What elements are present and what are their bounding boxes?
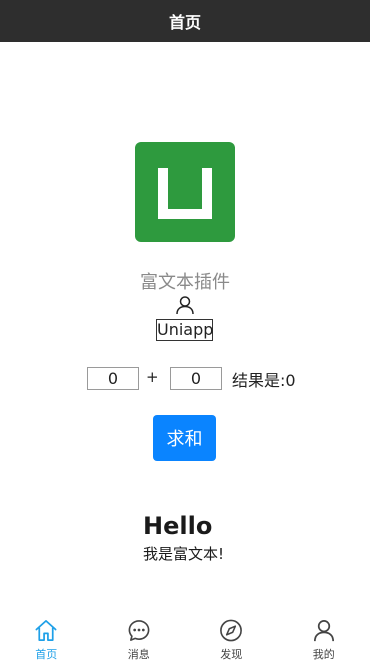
second-number-input[interactable]	[170, 367, 222, 390]
tab-bar: 首页 消息 发现 我的	[0, 612, 370, 662]
tab-mine[interactable]: 我的	[278, 612, 370, 662]
user-icon	[176, 296, 194, 315]
tab-messages-label: 消息	[127, 648, 150, 661]
rich-text-title: Hello	[143, 512, 213, 540]
tab-discover[interactable]: 发现	[185, 612, 278, 662]
app-screen: 首页 富文本插件 Uniapp + 结果是:0 求和 Hello 我是富文本! …	[0, 0, 370, 662]
sum-result: 结果是:0	[232, 371, 296, 390]
tab-discover-label: 发现	[220, 648, 243, 661]
home-icon	[35, 620, 57, 641]
uniapp-logo-icon	[135, 142, 235, 242]
page-title: 首页	[168, 13, 201, 32]
message-icon	[128, 620, 150, 641]
tab-home[interactable]: 首页	[0, 612, 93, 662]
username-label: Uniapp	[156, 319, 214, 341]
plugin-caption: 富文本插件	[140, 272, 230, 293]
uniapp-logo	[135, 142, 235, 242]
tab-mine-label: 我的	[312, 648, 335, 661]
navigation-bar: 首页	[0, 0, 370, 42]
compass-icon	[220, 619, 243, 642]
first-number-input[interactable]	[87, 367, 139, 390]
plus-sign: +	[146, 368, 159, 386]
tab-home-label: 首页	[35, 648, 58, 661]
tab-messages[interactable]: 消息	[93, 612, 186, 662]
rich-text-body: 我是富文本!	[143, 545, 225, 563]
user-icon	[313, 620, 334, 642]
sum-button[interactable]: 求和	[153, 415, 216, 461]
